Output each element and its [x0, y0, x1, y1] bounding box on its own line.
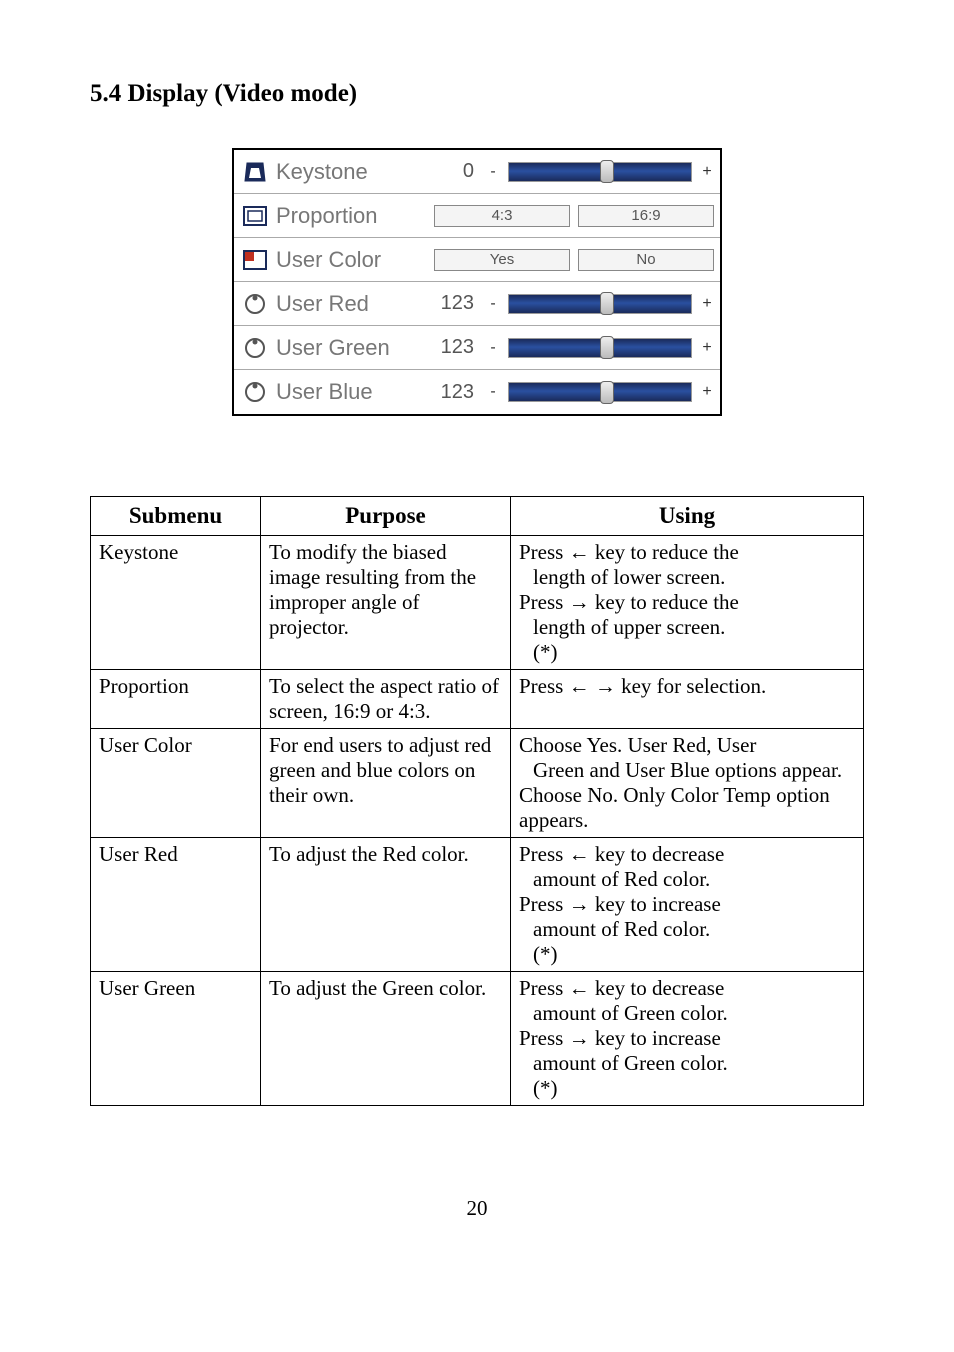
- userred-icon: [242, 291, 268, 317]
- table-row: User Red To adjust the Red color. Press …: [91, 838, 864, 972]
- keystone-value: 0: [424, 160, 478, 183]
- proportion-icon: [242, 203, 268, 229]
- cell-submenu: Keystone: [91, 536, 261, 670]
- usergreen-slider[interactable]: [508, 338, 692, 358]
- usercolor-yes-button[interactable]: Yes: [434, 249, 570, 271]
- keystone-label: Keystone: [276, 159, 416, 185]
- osd-row-usergreen: User Green 123 - +: [234, 326, 720, 370]
- cell-purpose: To select the aspect ratio of screen, 16…: [261, 670, 511, 729]
- cell-using: Press ← key to decrease amount of Red co…: [511, 838, 864, 972]
- usercolor-label: User Color: [276, 247, 416, 273]
- cell-submenu: Proportion: [91, 670, 261, 729]
- cell-purpose: To adjust the Red color.: [261, 838, 511, 972]
- usergreen-icon: [242, 335, 268, 361]
- osd-row-userblue: User Blue 123 - +: [234, 370, 720, 414]
- osd-row-userred: User Red 123 - +: [234, 282, 720, 326]
- usergreen-label: User Green: [276, 335, 416, 361]
- section-heading: 5.4 Display (Video mode): [90, 80, 864, 108]
- cell-using: Choose Yes. User Red, User Green and Use…: [511, 729, 864, 838]
- keystone-icon: [242, 159, 268, 185]
- proportion-4-3-button[interactable]: 4:3: [434, 205, 570, 227]
- table-row: Proportion To select the aspect ratio of…: [91, 670, 864, 729]
- osd-panel: Keystone 0 - + Proportion 4:3 16:9 User …: [232, 148, 722, 416]
- userblue-label: User Blue: [276, 379, 416, 405]
- table-row: User Green To adjust the Green color. Pr…: [91, 972, 864, 1106]
- cell-using: Press ← → key for selection.: [511, 670, 864, 729]
- cell-purpose: To adjust the Green color.: [261, 972, 511, 1106]
- osd-row-keystone: Keystone 0 - +: [234, 150, 720, 194]
- cell-using: Press ← key to decrease amount of Green …: [511, 972, 864, 1106]
- userblue-slider[interactable]: [508, 382, 692, 402]
- userblue-value: 123: [424, 381, 478, 404]
- userblue-icon: [242, 379, 268, 405]
- cell-submenu: User Red: [91, 838, 261, 972]
- th-using: Using: [511, 497, 864, 536]
- table-row: Keystone To modify the biased image resu…: [91, 536, 864, 670]
- userred-slider[interactable]: [508, 294, 692, 314]
- description-table: Submenu Purpose Using Keystone To modify…: [90, 496, 864, 1106]
- cell-purpose: To modify the biased image resulting fro…: [261, 536, 511, 670]
- th-submenu: Submenu: [91, 497, 261, 536]
- plus-icon: +: [700, 340, 714, 356]
- cell-using: Press ← key to reduce the length of lowe…: [511, 536, 864, 670]
- osd-row-proportion: Proportion 4:3 16:9: [234, 194, 720, 238]
- th-purpose: Purpose: [261, 497, 511, 536]
- cell-submenu: User Green: [91, 972, 261, 1106]
- minus-icon: -: [486, 384, 500, 400]
- usercolor-icon: [242, 247, 268, 273]
- keystone-slider[interactable]: [508, 162, 692, 182]
- plus-icon: +: [700, 296, 714, 312]
- usergreen-value: 123: [424, 336, 478, 359]
- userred-label: User Red: [276, 291, 416, 317]
- proportion-label: Proportion: [276, 203, 416, 229]
- proportion-16-9-button[interactable]: 16:9: [578, 205, 714, 227]
- plus-icon: +: [700, 384, 714, 400]
- minus-icon: -: [486, 296, 500, 312]
- plus-icon: +: [700, 164, 714, 180]
- osd-row-usercolor: User Color Yes No: [234, 238, 720, 282]
- usercolor-no-button[interactable]: No: [578, 249, 714, 271]
- minus-icon: -: [486, 164, 500, 180]
- userred-value: 123: [424, 292, 478, 315]
- table-row: User Color For end users to adjust red g…: [91, 729, 864, 838]
- minus-icon: -: [486, 340, 500, 356]
- cell-purpose: For end users to adjust red green and bl…: [261, 729, 511, 838]
- page-number: 20: [90, 1196, 864, 1221]
- cell-submenu: User Color: [91, 729, 261, 838]
